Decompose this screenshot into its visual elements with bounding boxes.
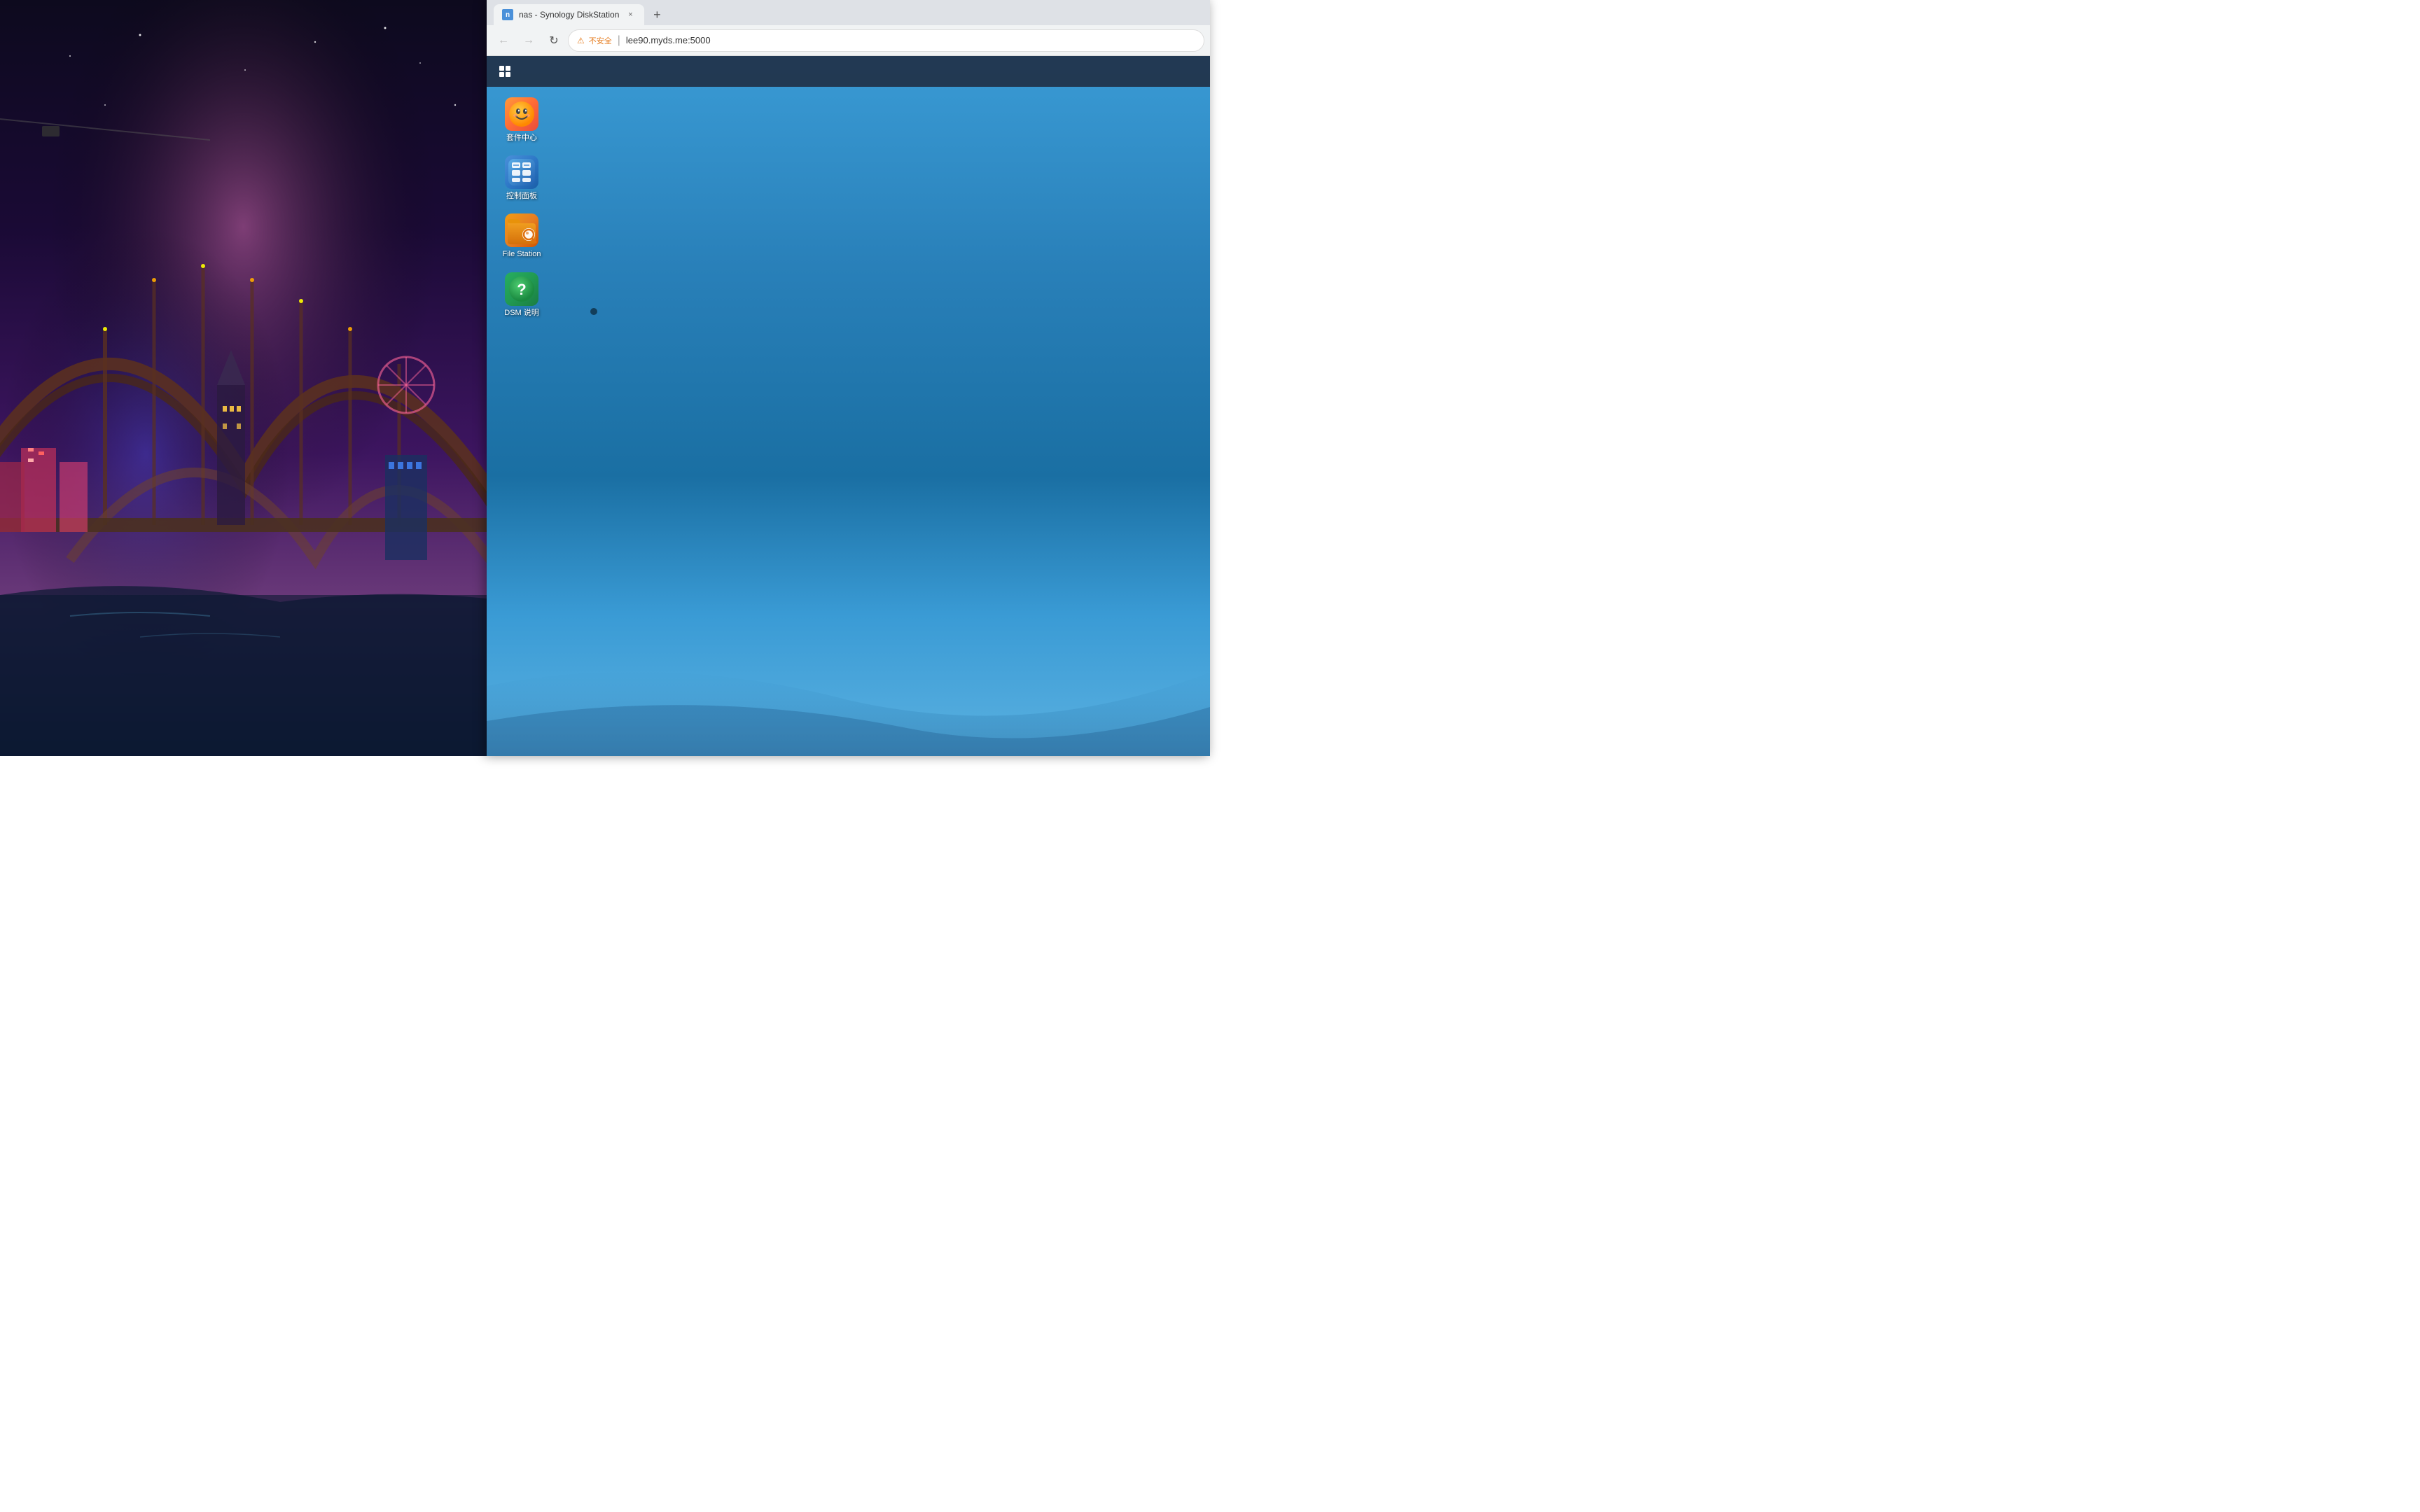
browser-window: n nas - Synology DiskStation × + ← → ↻ ⚠… — [487, 0, 1210, 756]
reload-icon: ↻ — [549, 34, 558, 48]
forward-button[interactable]: → — [517, 29, 540, 52]
svg-text:?: ? — [517, 281, 526, 298]
package-center-label: 套件中心 — [506, 134, 537, 143]
back-icon: ← — [498, 34, 509, 47]
tab-favicon: n — [502, 9, 513, 20]
back-button[interactable]: ← — [492, 29, 515, 52]
security-text: 不安全 — [589, 35, 612, 46]
control-panel-label: 控制面板 — [506, 192, 537, 201]
desktop-icon-file-station[interactable]: File Station — [497, 211, 546, 262]
dsm-help-icon: ? — [505, 272, 538, 306]
desktop-icons-area: 套件中心 — [497, 94, 546, 321]
control-panel-icon — [505, 155, 538, 189]
address-bar[interactable]: ⚠ 不安全 | lee90.myds.me:5000 — [568, 29, 1204, 52]
dsm-help-label: DSM 说明 — [504, 309, 539, 318]
desktop-icon-dsm-help[interactable]: ? DSM 说明 — [497, 270, 546, 321]
reload-button[interactable]: ↻ — [543, 29, 565, 52]
apps-grid-icon — [499, 66, 510, 77]
desktop-icon-package-center[interactable]: 套件中心 — [497, 94, 546, 146]
desktop-icon-control-panel[interactable]: 控制面板 — [497, 153, 546, 204]
dsm-apps-button[interactable] — [492, 59, 517, 84]
wallpaper — [0, 0, 487, 756]
tab-close-button[interactable]: × — [625, 9, 636, 20]
package-center-icon — [505, 97, 538, 131]
separator: | — [618, 34, 620, 47]
tab-title: nas - Synology DiskStation — [519, 10, 619, 20]
dsm-bottom-decoration — [487, 616, 1210, 756]
browser-chrome: n nas - Synology DiskStation × + ← → ↻ ⚠… — [487, 0, 1210, 56]
navigation-bar: ← → ↻ ⚠ 不安全 | lee90.myds.me:5000 — [487, 25, 1210, 56]
address-text: lee90.myds.me:5000 — [626, 35, 1195, 46]
file-station-label: File Station — [502, 250, 541, 259]
browser-tab-active[interactable]: n nas - Synology DiskStation × — [494, 4, 644, 25]
file-station-icon — [505, 214, 538, 247]
dsm-desktop: 套件中心 — [487, 56, 1210, 756]
forward-icon: → — [523, 34, 534, 47]
tab-bar: n nas - Synology DiskStation × + — [487, 0, 1210, 25]
dsm-taskbar — [487, 56, 1210, 87]
security-warning-icon: ⚠ — [577, 36, 585, 46]
mouse-cursor — [590, 308, 597, 315]
new-tab-button[interactable]: + — [647, 5, 667, 24]
